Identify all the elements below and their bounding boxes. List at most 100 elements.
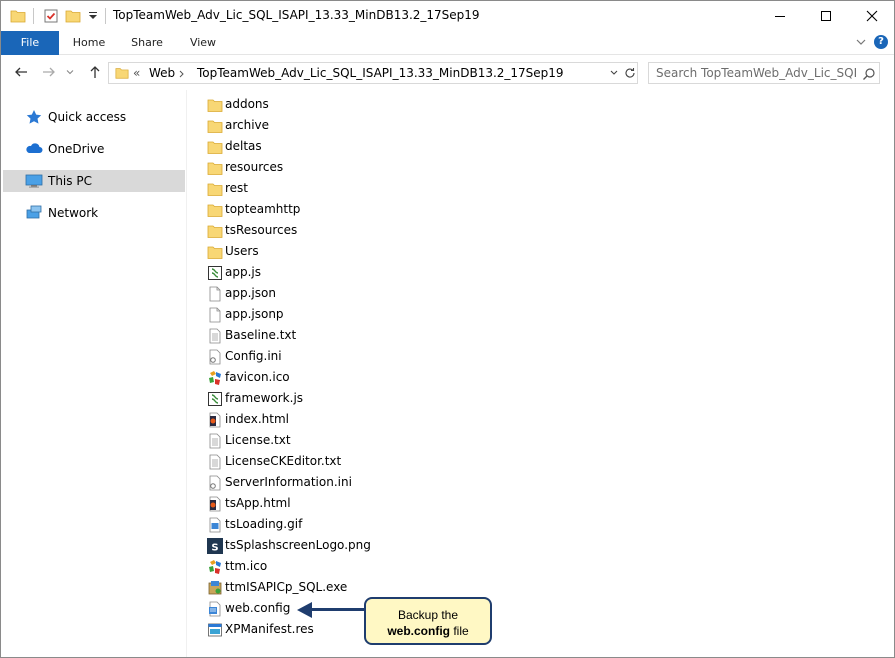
tab-file[interactable]: File [1,31,59,55]
minimize-icon [775,16,785,17]
nav-item-quick-access[interactable]: Quick access [3,106,185,128]
tab-home[interactable]: Home [61,31,117,55]
up-button[interactable] [85,62,105,82]
folder-icon [207,225,223,238]
folder-icon [207,162,223,175]
tab-view[interactable]: View [175,31,231,55]
file-list: addons archive deltas resources rest topteamh… [199,94,879,654]
nav-item-this-pc[interactable]: This PC [3,170,185,192]
title-separator [33,8,34,24]
file-name: web.config [225,601,291,615]
file-name: License.txt [225,433,291,447]
text-file-icon [209,328,221,344]
config-file-icon [209,601,221,617]
file-name: archive [225,118,270,132]
ico-file-icon [209,560,221,574]
svg-text:S: S [211,543,218,554]
close-button[interactable] [849,1,894,31]
file-name: XPManifest.res [225,622,314,636]
callout-suffix: file [449,624,469,638]
refresh-icon [625,68,635,78]
breadcrumb-current-folder[interactable]: TopTeamWeb_Adv_Lic_SQL_ISAPI_13.33_MinDB… [197,66,564,80]
back-button[interactable] [11,62,31,82]
nav-label: Quick access [48,110,127,124]
nav-item-onedrive[interactable]: OneDrive [3,138,185,160]
explorer-window: TopTeamWeb_Adv_Lic_SQL_ISAPI_13.33_MinDB… [0,0,895,658]
chevron-down-icon [66,70,74,75]
file-name: LicenseCKEditor.txt [225,454,342,468]
arrow-left-icon [15,67,27,77]
callout-arrow-head [297,602,312,618]
close-icon [866,10,878,22]
arrow-right-icon [43,67,55,77]
file-name: tsSplashscreenLogo.png [225,538,371,552]
ribbon-tabs: File Home Share View ? [1,31,894,55]
folder-icon [207,246,223,259]
settings-file-icon [209,349,221,365]
folder-icon [207,99,223,112]
res-file-icon [208,623,222,637]
blank-file-icon [209,286,221,302]
search-box[interactable]: Search TopTeamWeb_Adv_Lic_SQL_I... [648,62,880,84]
recent-locations-button[interactable] [63,62,77,82]
settings-file-icon [209,475,221,491]
file-name: topteamhttp [225,202,301,216]
address-bar[interactable]: « Web TopTeamWeb_Adv_Lic_SQL_ISAPI_13.33… [108,62,638,84]
file-name: Baseline.txt [225,328,297,342]
maximize-icon [821,11,831,21]
exe-file-icon [208,581,222,595]
folder-icon [115,68,129,79]
navigation-pane: Quick access OneDrive This PC Network [1,90,187,657]
properties-icon[interactable] [43,8,59,24]
file-name: addons [225,97,269,111]
callout-line-2: web.config file [366,623,490,639]
nav-item-network[interactable]: Network [3,202,185,224]
ico-file-icon [209,371,221,385]
text-file-icon [209,454,221,470]
title-bar: TopTeamWeb_Adv_Lic_SQL_ISAPI_13.33_MinDB… [1,1,894,31]
help-button[interactable]: ? [874,35,888,49]
customize-toolbar-icon[interactable] [85,8,101,24]
window-title: TopTeamWeb_Adv_Lic_SQL_ISAPI_13.33_MinDB… [113,8,480,22]
file-name: tsApp.html [225,496,291,510]
file-name: rest [225,181,249,195]
file-name: deltas [225,139,262,153]
breadcrumb-web[interactable]: Web [149,66,175,80]
nav-label: OneDrive [48,142,105,156]
file-name: ttm.ico [225,559,268,573]
file-name: favicon.ico [225,370,290,384]
ts-logo-icon: S [207,538,223,554]
file-name: framework.js [225,391,304,405]
nav-label: Network [48,206,99,220]
minimize-button[interactable] [757,1,803,31]
folder-icon [207,141,223,154]
file-name: app.jsonp [225,307,284,321]
network-icon [26,205,42,219]
expand-ribbon-chevron-icon[interactable] [855,36,867,48]
file-name: app.json [225,286,276,300]
search-icon[interactable] [862,67,876,81]
refresh-button[interactable] [623,65,637,81]
cloud-icon [26,143,43,153]
callout-arrow-line [311,608,367,611]
blank-file-icon [209,307,221,323]
folder-icon [207,204,223,217]
navigation-bar: « Web TopTeamWeb_Adv_Lic_SQL_ISAPI_13.33… [1,56,894,90]
file-name: app.js [225,265,261,279]
computer-icon [25,174,43,188]
text-file-icon [209,433,221,449]
maximize-button[interactable] [803,1,849,31]
folder-icon [207,120,223,133]
forward-button[interactable] [39,62,59,82]
file-name: tsResources [225,223,298,237]
breadcrumb-overflow[interactable]: « [133,66,140,80]
address-dropdown-chevron-icon[interactable] [609,67,619,79]
folder-icon [10,10,26,23]
chevron-right-icon [179,70,184,78]
file-name: tsLoading.gif [225,517,303,531]
new-folder-icon[interactable] [65,8,81,24]
folder-icon [207,183,223,196]
search-input[interactable]: Search TopTeamWeb_Adv_Lic_SQL_I... [656,66,856,80]
script-icon [208,266,222,280]
tab-share[interactable]: Share [119,31,175,55]
